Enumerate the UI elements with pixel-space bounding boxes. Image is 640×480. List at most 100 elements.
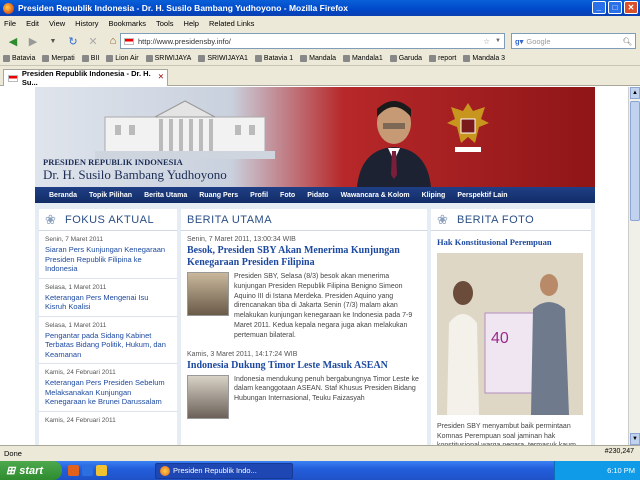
nav-foto[interactable]: Foto <box>274 192 301 199</box>
bookmark-icon <box>389 55 397 62</box>
window-title: Presiden Republik Indonesia - Dr. H. Sus… <box>18 3 348 13</box>
tab-strip: Presiden Republik Indonesia - Dr. H. Su.… <box>0 66 640 87</box>
bookmark-icon <box>463 55 471 62</box>
menu-view[interactable]: View <box>49 19 65 28</box>
bookmark-item[interactable]: Mandala 3 <box>463 55 505 62</box>
taskbar-item-firefox[interactable]: Presiden Republik Indo... <box>155 462 293 479</box>
scroll-down-icon[interactable]: ▼ <box>630 433 640 445</box>
quick-launch <box>68 465 107 476</box>
bookmark-item[interactable]: Batavia <box>3 55 35 62</box>
article-thumbnail[interactable] <box>187 272 229 316</box>
article-thumbnail[interactable] <box>187 374 229 419</box>
folder-icon[interactable] <box>96 465 107 476</box>
nav-beranda[interactable]: Beranda <box>43 192 83 199</box>
bookmark-icon <box>3 55 10 62</box>
url-dropdown-icon[interactable]: ▼ <box>495 38 501 44</box>
maximize-button[interactable]: □ <box>608 1 622 14</box>
system-tray: 6:10 PM <box>554 461 640 480</box>
bookmark-item[interactable]: Mandala1 <box>342 55 383 62</box>
fokus-heading: FOKUS AKTUAL <box>65 213 155 226</box>
item-date: Kamis, 24 Februari 2011 <box>45 369 116 376</box>
article-title[interactable]: Indonesia Dukung Timor Leste Masuk ASEAN <box>187 360 421 372</box>
bookmark-item[interactable]: Merpati <box>42 55 75 62</box>
nav-wawancara[interactable]: Wawancara & Kolom <box>335 192 416 199</box>
forward-icon[interactable]: ▶ <box>24 32 42 50</box>
berita-utama-panel: BERITA UTAMA Senin, 7 Maret 2011, 13:00:… <box>181 209 427 445</box>
search-input[interactable]: g▾ Google 🔍︎ <box>511 33 636 49</box>
back-icon[interactable]: ◀ <box>4 32 22 50</box>
item-link[interactable]: Keterangan Pers Presiden Sebelum Melaksa… <box>45 378 171 407</box>
firefox-icon[interactable] <box>68 465 79 476</box>
bookmark-item[interactable]: Garuda <box>389 55 422 62</box>
tab-presiden[interactable]: Presiden Republik Indonesia - Dr. H. Su.… <box>3 69 168 87</box>
president-portrait <box>357 101 431 187</box>
search-icon[interactable]: 🔍︎ <box>622 37 632 46</box>
bookmark-item[interactable]: SRIWIJAYA <box>145 55 191 62</box>
menu-tools[interactable]: Tools <box>156 19 174 28</box>
bookmark-item[interactable]: Mandala <box>300 55 336 62</box>
bookmark-item[interactable]: BII <box>81 55 99 62</box>
list-item: Senin, 7 Maret 2011 Siaran Pers Kunjunga… <box>39 231 177 279</box>
bookmark-item[interactable]: Batavia 1 <box>254 55 293 62</box>
nav-perspektif-lain[interactable]: Perspektif Lain <box>451 192 513 199</box>
nav-topik-pilihan[interactable]: Topik Pilihan <box>83 192 138 199</box>
bookmark-star-icon[interactable]: ☆ <box>483 37 490 46</box>
bookmark-icon <box>198 55 206 62</box>
item-date: Selasa, 1 Maret 2011 <box>45 283 107 291</box>
menu-bookmarks[interactable]: Bookmarks <box>109 19 147 28</box>
site-banner: PRESIDEN REPUBLIK INDONESIA Dr. H. Susil… <box>35 87 595 187</box>
menu-help[interactable]: Help <box>184 19 199 28</box>
web-page: PRESIDEN REPUBLIK INDONESIA Dr. H. Susil… <box>35 87 595 445</box>
news-photo[interactable]: 40 <box>437 253 583 415</box>
url-bar[interactable]: http://www.presidensby.info/ ☆ ▼ <box>120 33 505 49</box>
bookmark-icon <box>81 55 89 62</box>
tab-label: Presiden Republik Indonesia - Dr. H. Su.… <box>21 69 151 87</box>
status-bar: Done #230,247 <box>0 445 640 461</box>
list-item: Kamis, 24 Februari 2011 Keterangan Pers … <box>39 364 177 412</box>
nav-ruang-pers[interactable]: Ruang Pers <box>193 192 244 199</box>
menu-history[interactable]: History <box>75 19 98 28</box>
start-button[interactable]: ⊞ start <box>0 461 62 480</box>
minimize-button[interactable]: _ <box>592 1 606 14</box>
firefox-icon <box>3 2 14 14</box>
stop-icon[interactable]: ✕ <box>84 32 102 50</box>
article-summary: Indonesia mendukung penuh bergabungnya T… <box>234 375 419 403</box>
foto-heading: BERITA FOTO <box>457 213 535 226</box>
nav-profil[interactable]: Profil <box>244 192 274 199</box>
article-summary: Presiden SBY, Selasa (8/3) besok akan me… <box>234 273 413 339</box>
search-placeholder: Google <box>526 36 551 46</box>
bookmark-item[interactable]: Lion Air <box>106 55 139 62</box>
article-date: Kamis, 3 Maret 2011, 14:17:24 WIB <box>187 350 298 358</box>
bookmark-item[interactable]: SRIWIJAYA1 <box>198 55 248 62</box>
nav-kliping[interactable]: Kliping <box>416 192 452 199</box>
article-title[interactable]: Besok, Presiden SBY Akan Menerima Kunjun… <box>187 245 421 269</box>
item-link[interactable]: Siaran Pers Kunjungan Kenegaraan Preside… <box>45 245 171 274</box>
vertical-scrollbar[interactable]: ▲ ▼ <box>628 87 640 445</box>
item-link[interactable]: Pengantar pada Sidang Kabinet Terbatas B… <box>45 331 171 360</box>
photo-title[interactable]: Hak Konstitusional Perempuan <box>431 231 591 250</box>
list-item: Selasa, 1 Maret 2011 Keterangan Pers Men… <box>39 279 177 317</box>
dropdown-icon[interactable]: ▼ <box>44 32 62 50</box>
close-window-button[interactable]: ✕ <box>624 1 638 14</box>
scroll-thumb[interactable] <box>630 101 640 221</box>
site-navigation: Beranda Topik Pilihan Berita Utama Ruang… <box>35 187 595 203</box>
close-tab-icon[interactable]: ✕ <box>158 72 164 81</box>
nav-berita-utama[interactable]: Berita Utama <box>138 192 193 199</box>
menu-file[interactable]: File <box>4 19 16 28</box>
nav-pidato[interactable]: Pidato <box>301 192 334 199</box>
berita-heading: BERITA UTAMA <box>181 209 427 231</box>
bookmark-item[interactable]: report <box>429 55 456 62</box>
scroll-up-icon[interactable]: ▲ <box>630 87 640 99</box>
bookmark-icon <box>342 55 350 62</box>
item-link[interactable]: Keterangan Pers Mengenai Isu Kisruh Koal… <box>45 293 171 312</box>
windows-logo-icon: ⊞ <box>6 465 16 477</box>
menu-related-links[interactable]: Related Links <box>209 19 254 28</box>
url-text: http://www.presidensby.info/ <box>138 36 231 46</box>
banner-subtitle: PRESIDEN REPUBLIK INDONESIA <box>43 157 183 167</box>
ie-icon[interactable] <box>82 465 93 476</box>
google-icon[interactable]: g▾ <box>515 37 523 46</box>
menu-edit[interactable]: Edit <box>26 19 39 28</box>
site-favicon-icon <box>124 37 134 45</box>
ornament-icon: ❀ <box>437 211 449 227</box>
reload-icon[interactable]: ↻ <box>64 32 82 50</box>
